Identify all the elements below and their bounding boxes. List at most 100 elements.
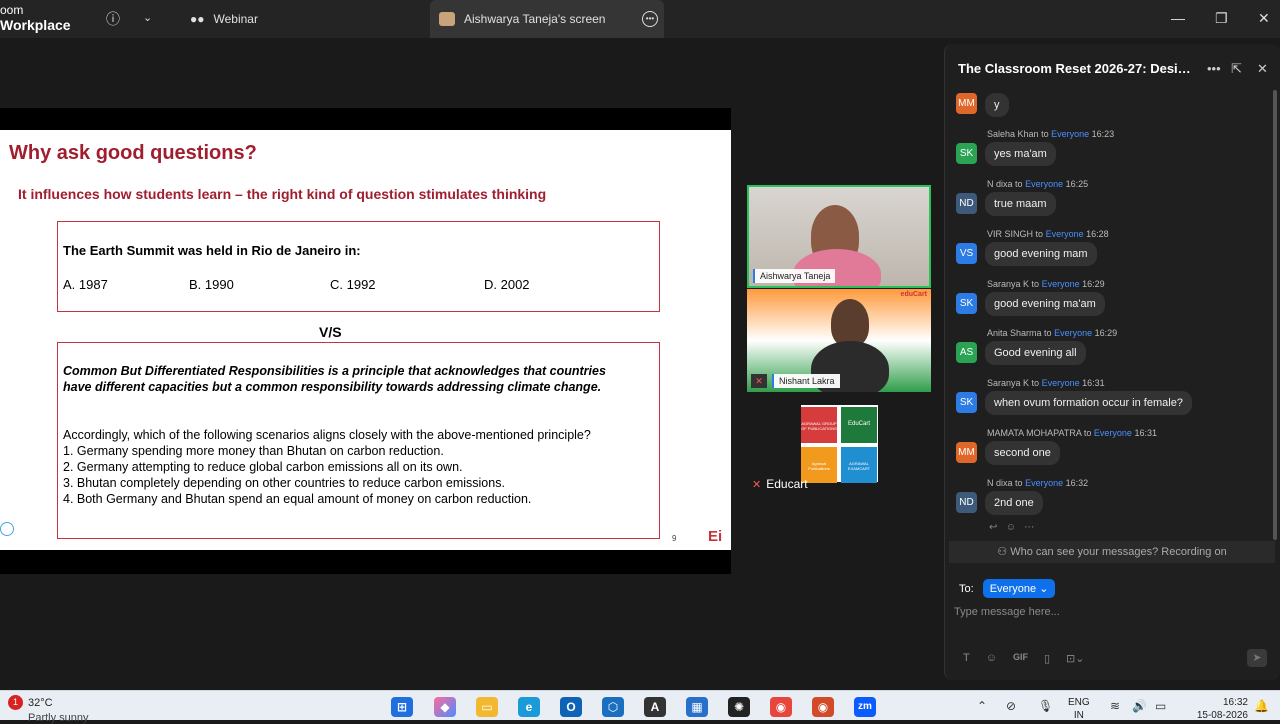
app-name-line1: oom (0, 3, 24, 17)
versus-label: V/S (319, 324, 342, 340)
mic-muted-icon: ✕ (751, 374, 767, 388)
chatgpt-icon[interactable]: ✺ (728, 697, 750, 717)
message-meta: N dixa to Everyone 16:32 (987, 478, 1088, 488)
zoom-icon[interactable]: zm (854, 697, 876, 717)
message-time: 16:23 (1091, 129, 1115, 139)
to-word: to (1041, 129, 1049, 139)
video-tile-host[interactable]: eduCart ✕ Nishant Lakra (747, 289, 931, 392)
tab-shared-screen[interactable]: Aishwarya Taneja's screen ••• (430, 0, 664, 38)
microphone-icon[interactable]: 🎙 (1038, 699, 1053, 713)
recipient-row: To: Everyone ⌄ (959, 579, 1056, 598)
emoji-react-icon[interactable]: ☺ (1006, 522, 1016, 533)
message-text: good evening mam (985, 242, 1097, 266)
close-icon[interactable]: ✕ (1258, 10, 1270, 27)
info-icon[interactable]: ⓘ (106, 9, 120, 29)
question2-option-1: 1. Germany spending more money than Bhut… (63, 444, 444, 458)
restore-icon[interactable]: ❐ (1215, 10, 1228, 27)
sender-name: Saranya K (987, 279, 1030, 289)
text-format-icon[interactable]: T (963, 652, 970, 665)
message-input[interactable]: Type message here... (954, 606, 1060, 618)
app-logo: oom Workplace (0, 3, 71, 33)
chat-panel: The Classroom Reset 2026-27: Designi... … (944, 44, 1280, 680)
message-meta: Saranya K to Everyone 16:31 (987, 378, 1105, 388)
message-text: 2nd one (985, 491, 1043, 515)
start-icon[interactable]: ⊞ (391, 697, 413, 717)
language-region: IN (1073, 710, 1084, 721)
tray-overflow-icon[interactable]: ⌃ (977, 699, 987, 713)
network-off-icon[interactable]: ⊘ (1006, 699, 1016, 713)
app-icon[interactable]: ⬡ (602, 697, 624, 717)
option-c: C. 1992 (330, 277, 376, 292)
volume-icon[interactable]: 🔊 (1132, 699, 1147, 713)
gif-icon[interactable]: GIF (1013, 652, 1028, 665)
host-corner-logo: eduCart (900, 291, 927, 298)
system-clock[interactable]: 16:32 15-08-2026 (1186, 696, 1248, 722)
to-word: to (1083, 428, 1092, 438)
wifi-icon[interactable]: ≋ (1110, 699, 1120, 713)
host-figure (831, 299, 869, 347)
battery-icon[interactable]: ▭ (1155, 699, 1166, 713)
logo-tile-4: AGRAWAL EXAMCART (841, 447, 877, 483)
message-meta: Saleha Khan to Everyone 16:23 (987, 129, 1114, 139)
avatar: AS (956, 342, 977, 363)
avatar: SK (956, 392, 977, 413)
to-word: to (1044, 328, 1052, 338)
notifications-icon[interactable]: 🔔 (1254, 699, 1269, 713)
sender-name: Saleha Khan (987, 129, 1039, 139)
avatar: MM (956, 93, 977, 114)
logo-tile-1: AGRAWAL GROUP OF PUBLICATIONS (801, 407, 837, 443)
edge-icon[interactable]: e (518, 697, 540, 717)
temperature: 32°C (28, 697, 53, 709)
option-b: B. 1990 (189, 277, 234, 292)
more-icon[interactable]: ⋯ (1024, 522, 1034, 533)
people-icon: ●● (190, 12, 205, 26)
reply-icon[interactable]: ↩ (989, 522, 997, 533)
to-word: to (1035, 229, 1044, 239)
tab-webinar[interactable]: ●● Webinar (180, 0, 410, 38)
recipient: Everyone (1025, 478, 1064, 488)
outlook-icon[interactable]: O (560, 697, 582, 717)
recipient-dropdown[interactable]: Everyone ⌄ (982, 579, 1056, 598)
brand-logo: Ei (708, 528, 723, 545)
chat-more-icon[interactable]: ••• (1207, 61, 1221, 76)
question2-body: Accordingly, which of the following scen… (63, 427, 623, 507)
message-time: 16:25 (1065, 179, 1089, 189)
sender-name: MAMATA MOHAPATRA (987, 428, 1082, 438)
language-indicator[interactable]: ENG IN (1068, 696, 1090, 722)
notification-badge: 1 (8, 695, 23, 710)
educart-name: Educart (766, 477, 808, 491)
avatar: SK (956, 293, 977, 314)
adobe-icon[interactable]: A (644, 697, 666, 717)
store-icon[interactable]: ▦ (686, 697, 708, 717)
chevron-down-icon[interactable]: ⌄ (143, 11, 152, 24)
file-icon[interactable]: ▯ (1044, 652, 1050, 665)
chat-scrollbar[interactable] (1273, 90, 1277, 540)
message-time: 16:28 (1086, 229, 1109, 239)
slide: Why ask good questions? It influences ho… (0, 130, 731, 550)
message-meta: Saranya K to Everyone 16:29 (987, 279, 1105, 289)
avatar: VS (956, 243, 977, 264)
send-icon[interactable]: ➤ (1247, 649, 1267, 667)
chat-close-icon[interactable]: ✕ (1257, 61, 1268, 77)
file-explorer-icon[interactable]: ▭ (476, 697, 498, 717)
screenshot-icon[interactable]: ⊡⌄ (1066, 652, 1084, 665)
copilot-icon[interactable]: ◆ (434, 697, 456, 717)
option-a: A. 1987 (63, 277, 108, 292)
emoji-icon[interactable]: ☺ (986, 652, 997, 665)
message-time: 16:29 (1082, 279, 1105, 289)
annotation-icon[interactable] (0, 522, 14, 536)
video-tile-educart[interactable]: AGRAWAL GROUP OF PUBLICATIONS EduCart Ag… (801, 405, 878, 483)
question2-option-2: 2. Germany attempting to reduce global c… (63, 460, 463, 474)
option-d: D. 2002 (484, 277, 530, 292)
more-options-icon[interactable]: ••• (642, 11, 658, 27)
chat-toolbar: T ☺ GIF ▯ ⊡⌄ (963, 652, 1084, 665)
popout-icon[interactable]: ⇱ (1231, 61, 1242, 77)
minimize-icon[interactable]: — (1171, 10, 1185, 26)
avatar: ND (956, 193, 977, 214)
speaker1-name: Aishwarya Taneja (753, 269, 836, 283)
video-tile-speaker[interactable]: Aishwarya Taneja (747, 185, 931, 288)
app-name-line2: Workplace (0, 17, 71, 33)
who-can-see-bar[interactable]: ⚇ Who can see your messages? Recording o… (949, 541, 1275, 563)
chrome-alt-icon[interactable]: ◉ (812, 697, 834, 717)
chrome-icon[interactable]: ◉ (770, 697, 792, 717)
